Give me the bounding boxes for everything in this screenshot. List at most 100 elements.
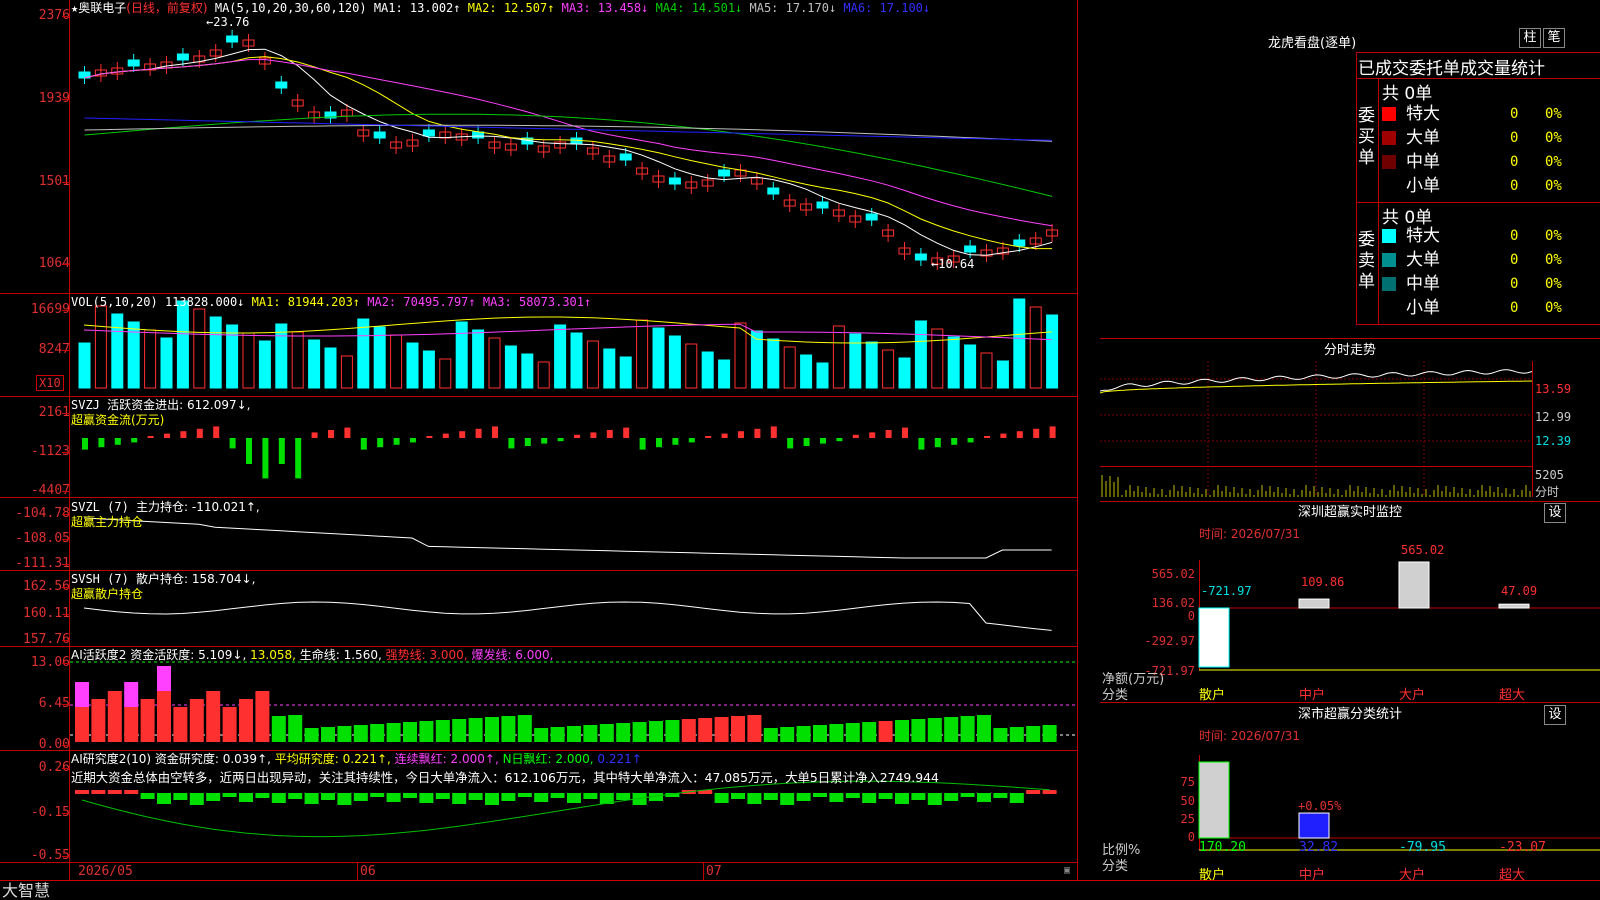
- lock-icon[interactable]: ▣: [1064, 864, 1070, 878]
- ai-active-bar: [845, 723, 860, 742]
- date-jul: 07: [706, 864, 722, 879]
- ai-research-item-4: N日飘红: 2.000,: [502, 752, 598, 766]
- ai-research-bar: [337, 793, 352, 805]
- classify-bar: [1198, 761, 1230, 839]
- ai-research-bar: [370, 793, 385, 797]
- ai-active-bar: [649, 721, 663, 742]
- monitor-axis-label: 565.02: [1151, 567, 1195, 581]
- main-chart-svg[interactable]: [0, 0, 1100, 880]
- ai-research-bar: [780, 793, 795, 805]
- svzj-bar: [492, 426, 498, 438]
- volume-bar: [242, 332, 255, 389]
- ai-research-bar: [813, 793, 827, 797]
- svzj-bar: [459, 431, 466, 438]
- ai-research-bar: [714, 793, 729, 803]
- svzj-bar: [852, 434, 859, 438]
- ai-research-bar: [1026, 790, 1041, 794]
- date-may: 2026/05: [78, 864, 133, 879]
- ai-active-bar: [862, 722, 877, 742]
- ma-item-4: MA4: 14.501↓: [655, 1, 750, 15]
- ai-active-bar: [501, 716, 516, 742]
- bar-mode-button[interactable]: 柱: [1519, 28, 1541, 48]
- intraday-price-line: [1100, 369, 1533, 392]
- candle-body: [373, 131, 386, 139]
- ai-active-bar: [468, 718, 483, 742]
- ai-research-bar: [304, 793, 319, 804]
- candle-body: [767, 187, 780, 195]
- svsh-title: SVSH (7): [71, 572, 129, 586]
- buy-row-pct: 0%: [1545, 154, 1562, 170]
- ai-active-bar: [878, 721, 893, 742]
- svzj-title: SVZJ: [71, 398, 100, 412]
- ai-active-bar: [222, 707, 237, 742]
- ai-research-bar: [501, 793, 516, 801]
- svzj-bar: [705, 436, 712, 438]
- buy-row-count: 0: [1510, 130, 1519, 146]
- buy-row-count: 0: [1510, 178, 1519, 194]
- ai-research-bar: [796, 793, 811, 801]
- svzj-bar: [869, 432, 876, 438]
- volume-bar: [603, 348, 616, 389]
- svzj-sub: 超赢资金流(万元): [71, 413, 165, 427]
- brand-logo: 大智慧: [2, 881, 51, 900]
- axis-tick: [62, 745, 69, 746]
- ai-active-bar: [386, 723, 401, 742]
- ai-commentary: 近期大资金总体由空转多，近两日出现异动，关注其持续性，今日大单净流入：612.1…: [71, 770, 939, 785]
- svzj-bar: [164, 433, 170, 438]
- candle-body: [422, 129, 435, 137]
- ai-active-bar: [304, 728, 319, 742]
- candle-body: [914, 253, 927, 261]
- svzj-bar: [885, 430, 892, 438]
- ai-active-bar: [173, 707, 188, 742]
- ai-research-bar: [386, 793, 401, 802]
- main-chart-area[interactable]: ★奥联电子(日线，前复权) MA(5,10,20,30,60,120) MA1:…: [0, 0, 1100, 880]
- right-panels: 龙虎看盘(逐单) 柱 笔 已成交委托单成交量统计 委买单 委卖单 共 0单 共 …: [1100, 0, 1600, 883]
- ai-research-bar: [829, 793, 844, 802]
- svzj-bar: [1000, 433, 1007, 438]
- svzj-bar: [196, 428, 203, 438]
- axis-tick: [62, 264, 69, 265]
- axis-tick: [62, 587, 69, 588]
- ai-active-bar: [747, 715, 762, 742]
- monitor-category-label: 中户: [1299, 688, 1326, 703]
- svzj-bar: [836, 438, 843, 442]
- sell-row-label: 特大: [1406, 226, 1440, 246]
- candle-body: [718, 169, 731, 177]
- ai-research-bar: [993, 793, 1008, 798]
- sell-row-pct: 0%: [1545, 300, 1562, 316]
- ai-active-item-1: 资金活跃度: 5.109↓,: [130, 648, 251, 662]
- candle-body: [127, 59, 140, 67]
- sell-row-label: 小单: [1406, 298, 1440, 318]
- volume-bar: [570, 332, 583, 389]
- volume-bar: [800, 354, 813, 389]
- ai-active-bar: [780, 727, 795, 742]
- sell-color-swatch: [1382, 229, 1396, 243]
- ai-active-bar: [632, 722, 647, 742]
- ai-active-bar: [485, 717, 499, 742]
- svzj-bar: [114, 438, 121, 445]
- price-ma-lines: [84, 48, 1053, 256]
- buy-row-label: 大单: [1406, 128, 1440, 148]
- svzj-bar: [606, 430, 613, 438]
- intraday-chart[interactable]: [1100, 361, 1600, 501]
- chart-mode[interactable]: (日线，前复权): [126, 1, 207, 15]
- volume-bar: [504, 345, 517, 389]
- dragon-tiger-title: 龙虎看盘(逐单): [1268, 36, 1357, 51]
- monitor-axis-label: 136.02: [1151, 596, 1195, 610]
- tick-mode-button[interactable]: 笔: [1543, 28, 1565, 48]
- candle-body: [816, 201, 829, 209]
- axis-tick: [62, 182, 69, 183]
- svzj-bar: [278, 438, 285, 464]
- ai-active-bar: [1026, 726, 1041, 742]
- svzj-bar: [688, 438, 695, 443]
- svzj-bar: [967, 438, 974, 443]
- volume-bar: [865, 341, 878, 389]
- monitor-category-label: 散户: [1199, 688, 1226, 703]
- sell-row: 中单 0 0%: [1100, 272, 1600, 296]
- buy-row: 中单 0 0%: [1100, 150, 1600, 174]
- buy-row-label: 特大: [1406, 104, 1440, 124]
- volume-legend: VOL(5,10,20) 113828.000↓ MA1: 81944.203↑…: [71, 295, 591, 309]
- ai-active-bar: [271, 716, 286, 742]
- ai-active-bar: [452, 719, 467, 742]
- buy-color-swatch: [1382, 131, 1396, 145]
